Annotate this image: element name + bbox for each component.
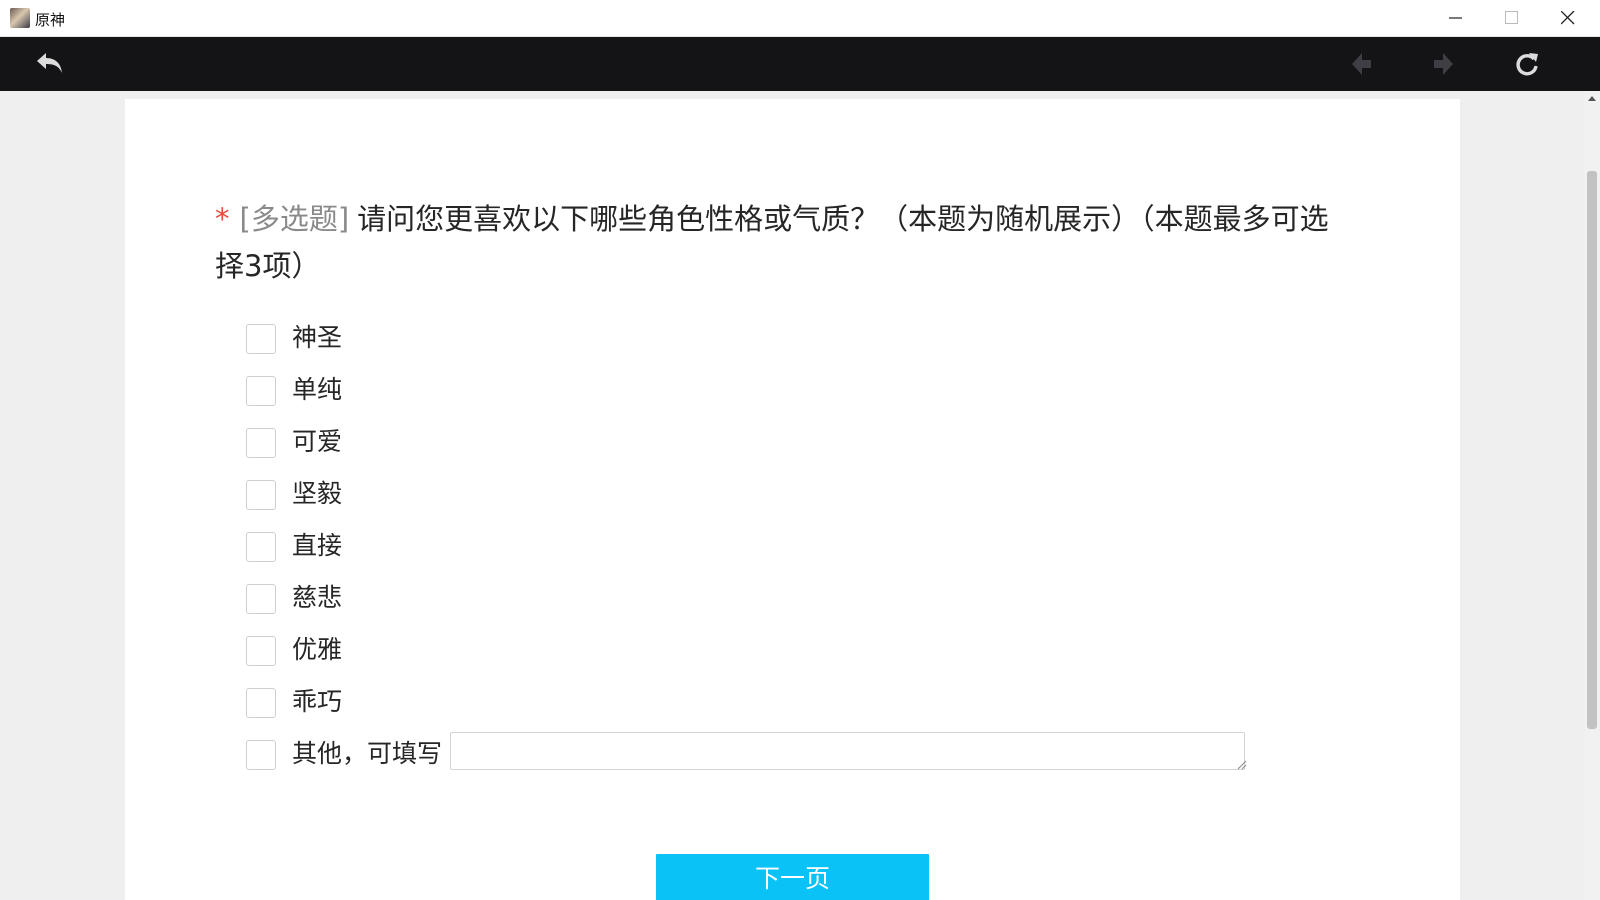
maximize-button[interactable]: [1484, 0, 1540, 37]
option-item[interactable]: 单纯: [246, 375, 1346, 428]
required-mark: *: [215, 202, 230, 236]
refresh-icon: [1516, 53, 1538, 76]
option-label: 直接: [292, 531, 343, 560]
option-label: 单纯: [292, 375, 343, 404]
option-label: 慈悲: [292, 583, 343, 612]
option-label: 优雅: [292, 635, 343, 664]
maximize-icon: [1505, 11, 1518, 24]
question-text: 请问您更喜欢以下哪些角色性格或气质？（本题为随机展示）（本题最多可选择3项）: [215, 202, 1329, 283]
resize-grip-icon[interactable]: [1237, 760, 1247, 770]
option-checkbox[interactable]: [246, 324, 276, 354]
question-title: * [多选题] 请问您更喜欢以下哪些角色性格或气质？（本题为随机展示）（本题最多可选…: [215, 196, 1355, 290]
option-label: 可爱: [292, 427, 343, 456]
option-item[interactable]: 直接: [246, 531, 1346, 584]
option-item[interactable]: 优雅: [246, 635, 1346, 688]
browser-toolbar: [0, 37, 1600, 91]
next-arrow-icon: [1434, 53, 1453, 75]
app-icon: [10, 8, 30, 28]
option-label: 神圣: [292, 323, 343, 352]
option-label: 乖巧: [292, 687, 343, 716]
option-item[interactable]: 可爱: [246, 427, 1346, 480]
option-checkbox[interactable]: [246, 636, 276, 666]
option-item-other[interactable]: 其他，可填写: [246, 732, 1346, 792]
minimize-button[interactable]: [1428, 0, 1484, 37]
back-arrow-icon: [37, 53, 62, 73]
page-viewport: * [多选题] 请问您更喜欢以下哪些角色性格或气质？（本题为随机展示）（本题最多可选…: [0, 91, 1600, 900]
minimize-icon: [1449, 17, 1462, 19]
scroll-up-arrow-icon[interactable]: [1588, 95, 1596, 101]
refresh-button[interactable]: [1510, 48, 1544, 80]
prev-page-button[interactable]: [1345, 48, 1379, 80]
option-checkbox[interactable]: [246, 740, 276, 770]
close-icon: [1561, 11, 1575, 25]
question-type-tag: [多选题]: [239, 202, 350, 236]
option-checkbox[interactable]: [246, 688, 276, 718]
survey-card: * [多选题] 请问您更喜欢以下哪些角色性格或气质？（本题为随机展示）（本题最多可选…: [125, 99, 1460, 900]
other-text-input[interactable]: [450, 732, 1245, 770]
prev-arrow-icon: [1352, 53, 1371, 75]
close-button[interactable]: [1540, 0, 1596, 37]
option-checkbox[interactable]: [246, 584, 276, 614]
back-button[interactable]: [34, 48, 68, 80]
option-checkbox[interactable]: [246, 376, 276, 406]
next-page-button[interactable]: [1426, 48, 1460, 80]
window-titlebar: 原神: [0, 0, 1600, 37]
option-item[interactable]: 神圣: [246, 323, 1346, 376]
option-list: 神圣 单纯 可爱 坚毅 直接 慈悲 优雅 乖巧 其他，可填写: [246, 323, 1346, 792]
option-checkbox[interactable]: [246, 480, 276, 510]
option-item[interactable]: 坚毅: [246, 479, 1346, 532]
option-label: 坚毅: [292, 479, 343, 508]
option-item[interactable]: 慈悲: [246, 583, 1346, 636]
vertical-scrollbar[interactable]: [1584, 91, 1600, 900]
scrollbar-thumb[interactable]: [1587, 171, 1597, 729]
option-checkbox[interactable]: [246, 428, 276, 458]
next-page-submit-button[interactable]: 下一页: [656, 854, 929, 900]
window-title: 原神: [35, 11, 66, 29]
option-checkbox[interactable]: [246, 532, 276, 562]
option-label: 其他，可填写: [292, 739, 443, 768]
